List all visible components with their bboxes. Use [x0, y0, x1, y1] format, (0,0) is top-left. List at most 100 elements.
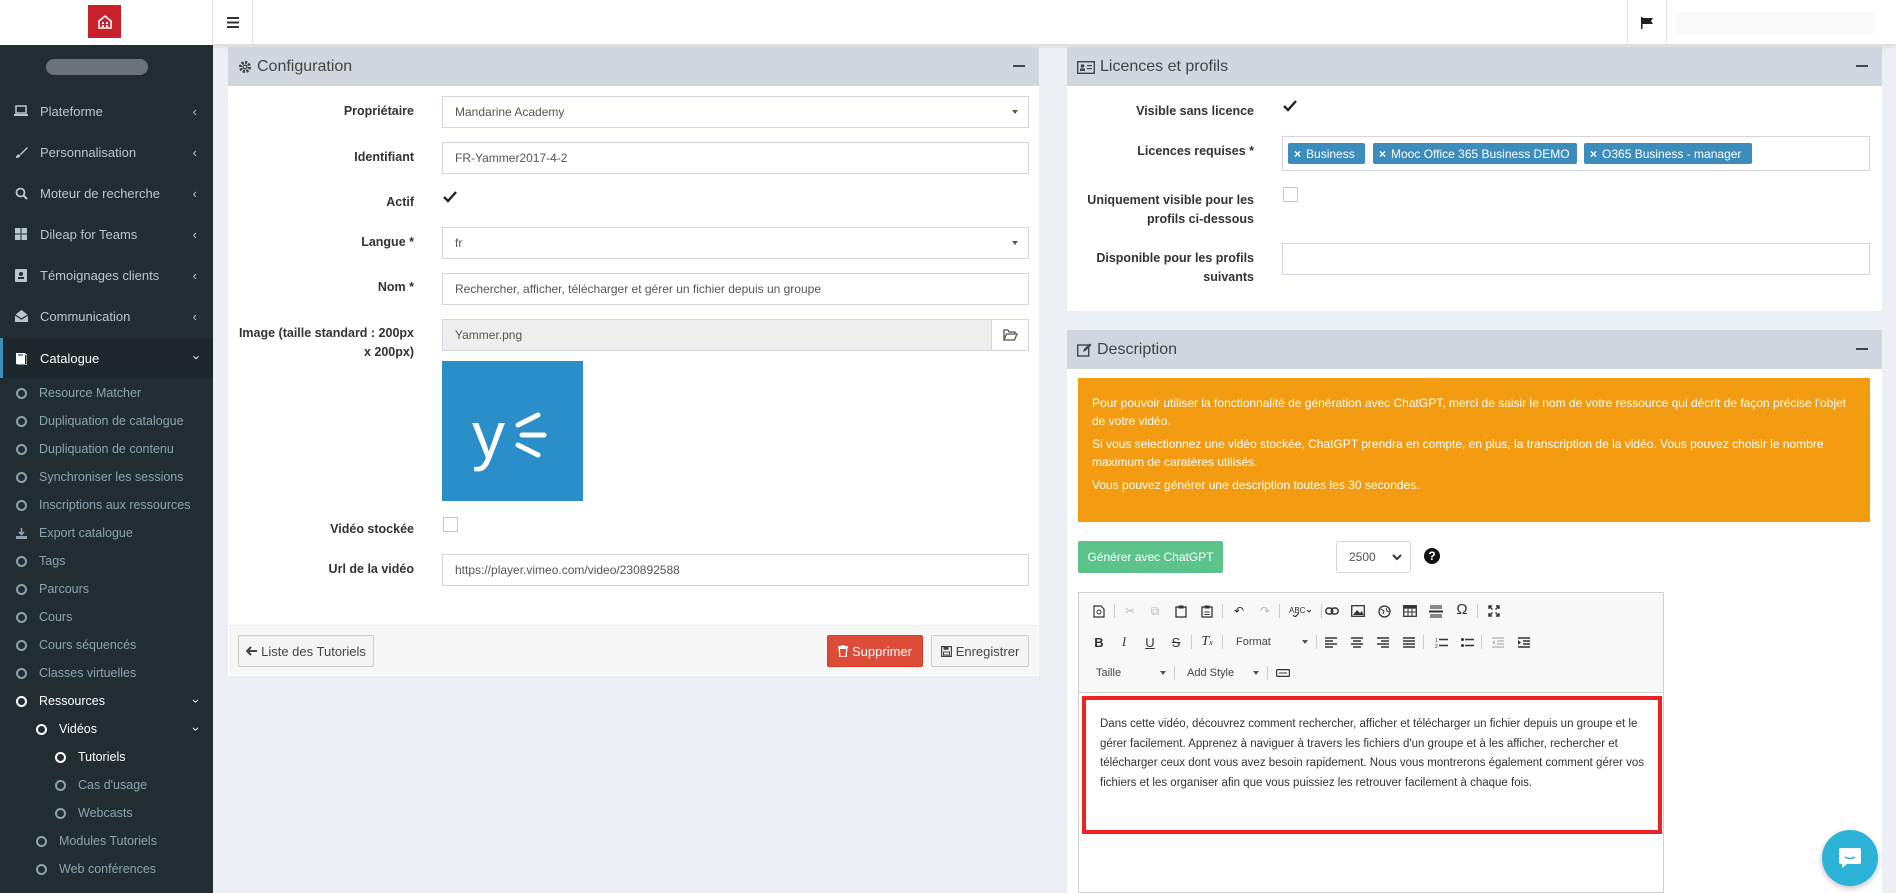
video-url-label: Url de la vidéo	[328, 562, 414, 576]
sidebar-subitem-classes-virtuelles[interactable]: Classes virtuelles	[0, 659, 213, 687]
maximize-icon[interactable]	[1485, 602, 1503, 620]
font-size-dropdown[interactable]: Taille	[1096, 666, 1166, 680]
bullet-list-icon[interactable]	[1458, 633, 1476, 651]
horizontal-rule-icon[interactable]	[1427, 602, 1445, 620]
tutorials-list-button[interactable]: Liste des Tutoriels	[238, 635, 374, 667]
sidebar-item-communication[interactable]: Communication ‹	[0, 296, 213, 336]
bold-icon[interactable]: B	[1090, 633, 1108, 651]
image-icon[interactable]	[1349, 602, 1367, 620]
undo-icon[interactable]: ↶	[1230, 602, 1248, 620]
sidebar-item-temoignages[interactable]: Témoignages clients ‹	[0, 255, 213, 295]
description-content[interactable]: Dans cette vidéo, découvrez comment rech…	[1082, 696, 1662, 834]
edit-icon	[1077, 343, 1092, 357]
collapse-button[interactable]	[1856, 65, 1868, 67]
sidebar-subitem-videos[interactable]: Vidéos ‹	[0, 715, 213, 743]
remove-tag-icon[interactable]: ×	[1294, 147, 1301, 161]
video-url-input[interactable]: https://player.vimeo.com/video/230892588	[442, 554, 1029, 586]
table-icon[interactable]	[1401, 602, 1419, 620]
sidebar-item-catalogue[interactable]: Catalogue ‹	[0, 338, 213, 378]
sidebar-item-moteur-recherche[interactable]: Moteur de recherche ‹	[0, 173, 213, 213]
sidebar-subitem-dup-contenu[interactable]: Dupliquation de contenu	[0, 435, 213, 463]
stored-video-checkbox[interactable]	[443, 517, 458, 532]
chat-bubble-icon	[1839, 848, 1861, 868]
image-file-input[interactable]: Yammer.png	[442, 319, 992, 351]
circle-icon	[16, 695, 27, 707]
redo-icon[interactable]: ↷	[1256, 602, 1274, 620]
circle-icon	[16, 611, 27, 623]
sidebar-item-plateforme[interactable]: Plateforme ‹	[0, 91, 213, 131]
generate-chatgpt-button[interactable]: Générer avec ChatGPT	[1078, 541, 1223, 573]
numbered-list-icon[interactable]: 12	[1432, 633, 1450, 651]
licence-tag[interactable]: × Business	[1288, 143, 1365, 164]
sidebar-subitem-synchro-sessions[interactable]: Synchroniser les sessions	[0, 463, 213, 491]
italic-icon[interactable]: I	[1115, 633, 1133, 651]
paste-text-icon[interactable]	[1198, 602, 1216, 620]
sidebar-subitem-parcours[interactable]: Parcours	[0, 575, 213, 603]
sidebar-subitem-cours[interactable]: Cours	[0, 603, 213, 631]
sidebar-item-dileap-teams[interactable]: Dileap for Teams ‹	[0, 214, 213, 254]
sidebar-subitem-export[interactable]: Export catalogue	[0, 519, 213, 547]
owner-select[interactable]: Mandarine Academy	[442, 96, 1029, 128]
save-button[interactable]: Enregistrer	[931, 635, 1029, 667]
caret-down-icon	[1012, 110, 1018, 114]
active-checkbox[interactable]	[443, 190, 457, 204]
user-menu[interactable]	[1675, 12, 1875, 34]
underline-icon[interactable]: U	[1141, 633, 1159, 651]
sidebar-subitem-dup-catalogue[interactable]: Dupliquation de catalogue	[0, 407, 213, 435]
brand-logo[interactable]	[88, 5, 121, 38]
sidebar-subitem-web-conferences[interactable]: Web conférences	[0, 855, 213, 883]
sidebar-item-personnalisation[interactable]: Personnalisation ‹	[0, 132, 213, 172]
language-flag-button[interactable]	[1627, 0, 1667, 45]
align-left-icon[interactable]	[1322, 633, 1340, 651]
cut-icon[interactable]: ✂	[1121, 602, 1139, 620]
copy-icon[interactable]: ⧉	[1146, 602, 1164, 620]
align-center-icon[interactable]	[1348, 633, 1366, 651]
max-chars-select[interactable]: 2500	[1336, 541, 1411, 573]
format-dropdown[interactable]: Format	[1236, 635, 1308, 649]
paste-icon[interactable]	[1172, 602, 1190, 620]
visible-without-licence-checkbox[interactable]	[1283, 99, 1297, 113]
browse-file-button[interactable]	[991, 319, 1029, 351]
sidebar-subitem-cas-usage[interactable]: Cas d'usage	[0, 771, 213, 799]
sidebar-subitem-modules-tutoriels[interactable]: Modules Tutoriels	[0, 827, 213, 855]
globe-icon[interactable]	[1375, 602, 1393, 620]
sidebar-subitem-tutoriels[interactable]: Tutoriels	[0, 743, 213, 771]
help-icon[interactable]: ?	[1424, 548, 1440, 564]
justify-icon[interactable]	[1400, 633, 1418, 651]
strikethrough-icon[interactable]: S	[1167, 633, 1185, 651]
sidebar-item-label: Plateforme	[40, 103, 103, 119]
available-profiles-select[interactable]	[1282, 243, 1870, 275]
chat-support-button[interactable]	[1822, 830, 1878, 886]
preview-icon[interactable]	[1090, 602, 1108, 620]
panel-title: Licences et profils	[1100, 58, 1229, 75]
link-icon[interactable]	[1323, 602, 1341, 620]
delete-button[interactable]: Supprimer	[827, 635, 923, 667]
licence-tag[interactable]: × O365 Business - manager	[1584, 143, 1752, 164]
collapse-button[interactable]	[1013, 65, 1025, 67]
only-visible-profiles-checkbox[interactable]	[1283, 187, 1298, 202]
menu-toggle-button[interactable]	[214, 0, 253, 45]
identifier-input[interactable]: FR-Yammer2017-4-2	[442, 142, 1029, 174]
sidebar-subitem-webcasts[interactable]: Webcasts	[0, 799, 213, 827]
collapse-button[interactable]	[1856, 348, 1868, 350]
sidebar-subitem-inscriptions[interactable]: Inscriptions aux ressources	[0, 491, 213, 519]
outdent-icon[interactable]	[1489, 633, 1507, 651]
sidebar-subitem-resource-matcher[interactable]: Resource Matcher	[0, 379, 213, 407]
remove-tag-icon[interactable]: ×	[1590, 147, 1597, 161]
sidebar-subitem-label: Dupliquation de contenu	[39, 442, 174, 456]
name-input[interactable]: Rechercher, afficher, télécharger et gér…	[442, 273, 1029, 305]
sidebar-subitem-ressources[interactable]: Ressources ‹	[0, 687, 213, 715]
sidebar-subitem-cours-sequences[interactable]: Cours séquencés	[0, 631, 213, 659]
identifier-value: FR-Yammer2017-4-2	[455, 151, 568, 165]
licence-tag[interactable]: × Mooc Office 365 Business DEMO	[1373, 143, 1577, 164]
indent-icon[interactable]	[1515, 633, 1533, 651]
style-dropdown[interactable]: Add Style	[1187, 666, 1259, 680]
language-select[interactable]: fr	[442, 227, 1029, 259]
remove-format-icon[interactable]: Tx	[1198, 633, 1216, 651]
keyboard-icon[interactable]	[1274, 664, 1292, 682]
sidebar-subitem-tags[interactable]: Tags	[0, 547, 213, 575]
special-char-icon[interactable]: Ω	[1453, 600, 1471, 618]
align-right-icon[interactable]	[1374, 633, 1392, 651]
remove-tag-icon[interactable]: ×	[1379, 147, 1386, 161]
spellcheck-icon[interactable]: ABC	[1288, 602, 1312, 620]
